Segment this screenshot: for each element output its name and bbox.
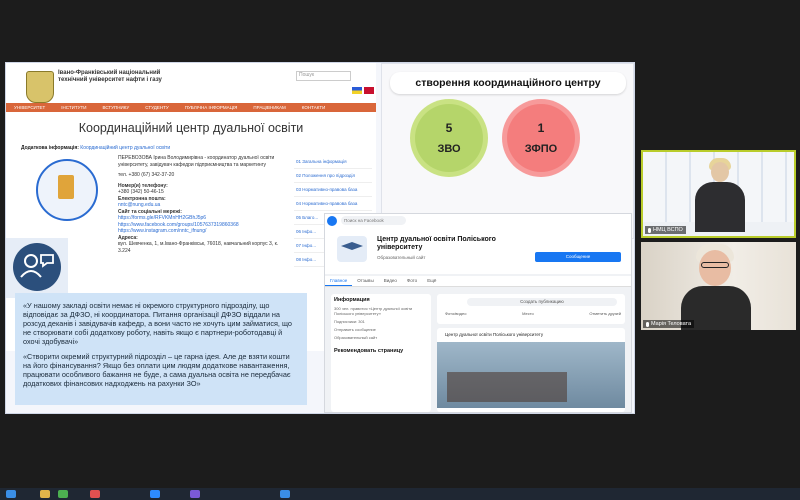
info-card: Информация 300 чел. нравится «Центр дуал…	[331, 294, 431, 412]
facebook-logo-icon[interactable]	[327, 216, 337, 226]
mic-icon	[646, 321, 649, 327]
info-header: Информация	[334, 297, 370, 303]
addinfo-label: Додаткова інформація:	[21, 145, 79, 151]
post-author[interactable]: Центр дуальної освіти Поліського універс…	[445, 332, 543, 337]
place-button[interactable]: Место	[522, 311, 534, 316]
badge-zfpo-count: 1	[537, 121, 545, 135]
uk-flag-icon[interactable]	[364, 87, 374, 94]
quote-paragraph-1: «У нашому закладі освіти немає ні окремо…	[23, 301, 292, 346]
university-logo	[26, 71, 54, 103]
badge-zvo-label: ЗВО	[437, 143, 461, 155]
site-nav: УНІВЕРСИТЕТ ІНСТИТУТИ ВСТУПНИКУ СТУДЕНТУ…	[6, 103, 376, 112]
badge-zvo-count: 5	[445, 121, 453, 135]
video-tile-speaker[interactable]: НМЦ ВСПО	[641, 150, 796, 238]
contact-info: ПЕРЕВОЗОВА Ірина Володимирівна - координ…	[118, 155, 288, 254]
badge-zfpo-label: ЗФПО	[524, 143, 558, 155]
page-title: Координаційний центр дуальної освіти	[78, 121, 304, 135]
sidebar-item[interactable]: 01 Загальна інформація	[294, 155, 372, 169]
participant-nameplate: Марія Теловата	[643, 320, 695, 328]
tab-main[interactable]: Главное	[325, 276, 353, 286]
site-search-input[interactable]: Пошук	[296, 71, 351, 81]
post-actions: Фото/видео Место Отметить друзей	[445, 311, 621, 316]
app-icon[interactable]	[280, 490, 290, 498]
post-photo[interactable]	[437, 342, 625, 408]
folder-icon[interactable]	[40, 490, 50, 498]
feed-post: Центр дуальної освіти Поліського універс…	[437, 328, 625, 412]
feed: Создать публикацию Фото/видео Место Отме…	[437, 294, 625, 412]
sidebar-item[interactable]: 02 Положення про підрозділ	[294, 169, 372, 183]
app-icon[interactable]	[90, 490, 100, 498]
message-button[interactable]: Сообщение	[535, 252, 621, 262]
nav-item[interactable]: УНІВЕРСИТЕТ	[6, 103, 53, 112]
tab-video[interactable]: Видео	[379, 276, 402, 286]
zoom-icon[interactable]	[150, 490, 160, 498]
info-row: 300 чел. нравится «Центр дуальної освіти…	[334, 306, 413, 316]
quote-box: «У нашому закладі освіти немає ні окремо…	[15, 293, 307, 405]
discussion-icon-box	[6, 238, 68, 298]
additional-info: Додаткова інформація: Координаційний цен…	[21, 145, 170, 151]
badge-zfpo: 1 ЗФПО	[507, 104, 575, 172]
addinfo-link[interactable]: Координаційний центр дуальної освіти	[80, 145, 170, 151]
facebook-page-type: Образовательный сайт	[377, 255, 426, 260]
tab-reviews[interactable]: Отзывы	[352, 276, 378, 286]
tag-friends-button[interactable]: Отметить друзей	[589, 311, 621, 316]
info-row: Образовательный сайт	[334, 335, 378, 340]
contact-phone: тел. +380 (67) 342-37-20	[118, 172, 175, 178]
create-post-card: Создать публикацию Фото/видео Место Отме…	[437, 294, 625, 324]
create-post-button[interactable]: Создать публикацию	[467, 298, 617, 306]
tab-photo[interactable]: Фото	[402, 276, 422, 286]
stats-heading: створення координаційного центру	[390, 72, 626, 94]
nav-item[interactable]: СТУДЕНТУ	[137, 103, 176, 112]
people-talking-icon	[13, 243, 61, 291]
nav-item[interactable]: КОНТАКТИ	[294, 103, 334, 112]
participant-nameplate: НМЦ ВСПО	[645, 226, 686, 234]
participant-name: Марія Теловата	[651, 321, 692, 327]
shared-screen: Івано-Франківський національний технічни…	[5, 62, 635, 414]
center-emblem	[36, 159, 98, 221]
facebook-page: Поиск на Facebook Центр дуальної освіти …	[324, 213, 632, 413]
contact-person: ПЕРЕВОЗОВА Ірина Володимирівна - координ…	[118, 155, 275, 168]
participant-name: НМЦ ВСПО	[653, 227, 683, 233]
photo-video-button[interactable]: Фото/видео	[445, 311, 466, 316]
facebook-page-header: Центр дуальної освіти Поліського універс…	[325, 228, 631, 274]
quote-paragraph-2: «Створити окремий структурний підрозділ …	[23, 352, 291, 388]
nav-item[interactable]: ПРАЦІВНИКАМ	[245, 103, 293, 112]
facebook-page-name: Центр дуальної освіти Поліського універс…	[377, 236, 496, 251]
info-row: Подписчики: 301	[334, 319, 365, 324]
nav-item[interactable]: ПУБЛІЧНА ІНФОРМАЦІЯ	[177, 103, 246, 112]
facebook-topbar: Поиск на Facebook	[325, 214, 631, 229]
mic-icon	[648, 227, 651, 233]
info-row[interactable]: Отправить сообщение	[334, 327, 428, 332]
ua-flag-icon[interactable]	[352, 87, 362, 94]
sidebar-item[interactable]: 04 Нормативно-правова база	[294, 197, 372, 211]
sidebar-item[interactable]: 03 Нормативно-правова база	[294, 183, 372, 197]
app-icon[interactable]	[190, 490, 200, 498]
facebook-search-input[interactable]: Поиск на Facebook	[341, 216, 406, 225]
video-tile-participant[interactable]: Марія Теловата	[641, 242, 796, 330]
badge-zvo: 5 ЗВО	[415, 104, 483, 172]
nav-item[interactable]: ІНСТИТУТИ	[53, 103, 94, 112]
taskbar	[0, 488, 800, 500]
detail-line: вул. Шевченка, 1, м.Івано-Франківськ, 76…	[118, 241, 279, 254]
page-avatar[interactable]	[337, 236, 367, 262]
browser-icon[interactable]	[58, 490, 68, 498]
nav-item[interactable]: ВСТУПНИКУ	[94, 103, 137, 112]
facebook-tabs: Главное Отзывы Видео Фото Ещё	[325, 276, 631, 287]
tab-more[interactable]: Ещё	[422, 276, 441, 286]
university-name: Івано-Франківський національний технічни…	[58, 70, 162, 83]
recommend-header: Рекомендовать страницу	[334, 348, 404, 354]
start-icon[interactable]	[6, 490, 16, 498]
